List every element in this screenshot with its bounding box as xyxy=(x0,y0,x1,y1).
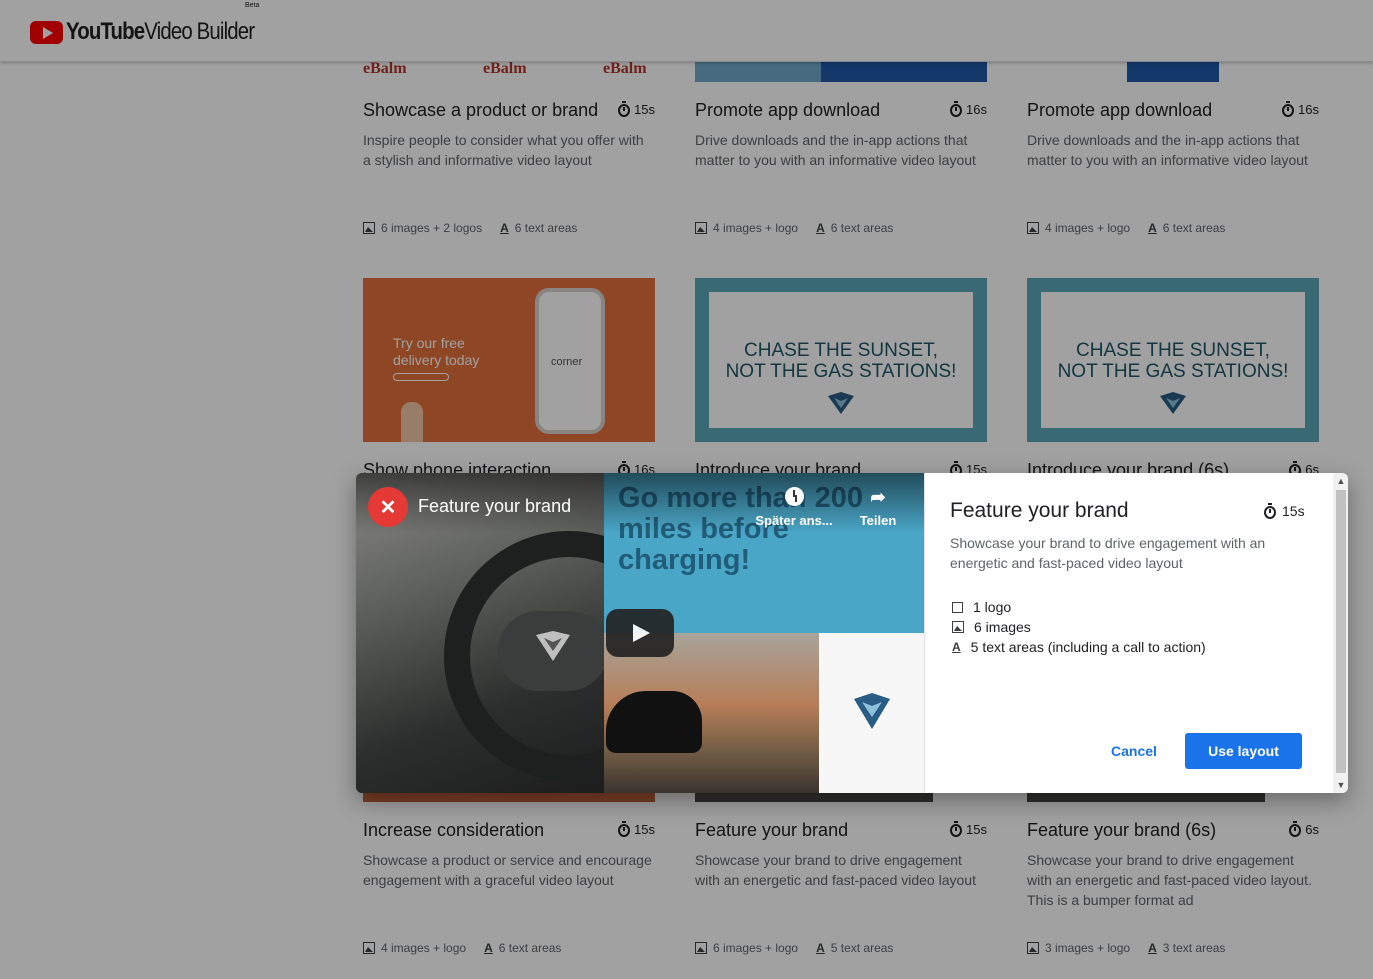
logo-icon xyxy=(952,601,963,613)
scroll-down-icon[interactable]: ▼ xyxy=(1333,777,1348,793)
scrollbar-thumb[interactable] xyxy=(1336,490,1346,773)
dialog-duration: 15s xyxy=(1264,502,1305,519)
use-layout-button[interactable]: Use layout xyxy=(1185,733,1302,769)
video-player[interactable]: Go more than 200 miles before charging! … xyxy=(356,473,924,793)
dialog-title: Feature your brand xyxy=(950,499,1129,522)
channel-avatar-icon[interactable]: ✕ xyxy=(368,487,408,527)
layout-preview-dialog: Go more than 200 miles before charging! … xyxy=(356,473,1348,793)
video-title[interactable]: Feature your brand xyxy=(418,496,571,517)
brand-v-icon xyxy=(854,693,890,729)
asset-item: 6 images xyxy=(952,617,1206,637)
timer-icon xyxy=(1264,502,1276,519)
scroll-up-icon[interactable]: ▲ xyxy=(1333,473,1348,489)
steering-logo-icon xyxy=(536,631,570,661)
text-icon: A xyxy=(952,640,961,654)
car-image xyxy=(606,691,702,753)
share-icon: ➦ xyxy=(870,487,886,507)
dialog-scrollbar[interactable]: ▲ ▼ xyxy=(1333,473,1348,793)
asset-item: 1 logo xyxy=(952,597,1206,617)
play-button[interactable] xyxy=(606,609,674,657)
share-button[interactable]: ➦ Teilen xyxy=(838,487,918,528)
asset-list: 1 logo 6 images A5 text areas (including… xyxy=(952,597,1206,657)
cancel-button[interactable]: Cancel xyxy=(1096,733,1172,769)
watch-later-button[interactable]: Später ans... xyxy=(754,487,834,528)
asset-item: A5 text areas (including a call to actio… xyxy=(952,639,1206,655)
dialog-description: Showcase your brand to drive engagement … xyxy=(950,535,1266,571)
image-icon xyxy=(952,621,964,633)
layout-details-panel: Feature your brand 15s Showcase your bra… xyxy=(924,473,1348,793)
clock-icon xyxy=(784,487,804,506)
